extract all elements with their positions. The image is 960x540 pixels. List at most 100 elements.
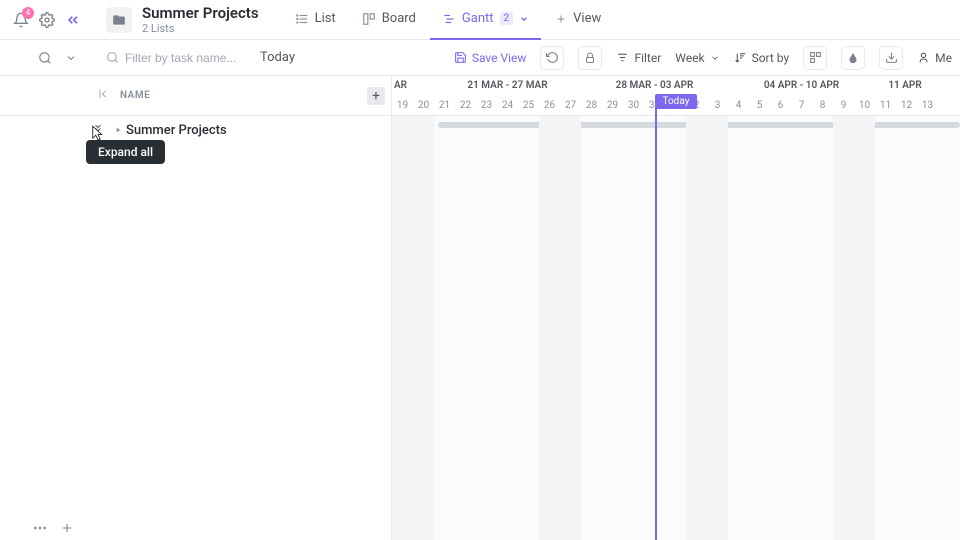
plus-icon[interactable] [60, 521, 74, 535]
tab-gantt-count: 2 [500, 12, 514, 25]
tab-gantt[interactable]: Gantt 2 [430, 0, 541, 40]
today-label: Today [655, 94, 698, 109]
tab-board[interactable]: Board [350, 0, 428, 40]
day-cell: 19 [392, 100, 413, 111]
right-tools: Save View Filter Week Sort by [454, 46, 952, 70]
today-button[interactable]: Today [260, 50, 295, 65]
save-view-button[interactable]: Save View [454, 51, 527, 65]
export-button[interactable] [879, 46, 903, 70]
weekend-stripe [707, 116, 728, 540]
me-label: Me [935, 51, 952, 65]
tree-row[interactable]: Summer Projects Expand all [0, 116, 391, 144]
lock-button[interactable] [578, 46, 602, 70]
settings-button[interactable] [38, 11, 56, 29]
user-icon [917, 51, 930, 64]
history-button[interactable] [540, 46, 564, 70]
day-cell: 8 [812, 100, 833, 111]
filter-label: Filter [634, 51, 661, 65]
more-icon[interactable] [32, 520, 48, 536]
group-icon [809, 51, 822, 64]
day-cell: 27 [560, 100, 581, 111]
sort-button[interactable]: Sort by [734, 51, 790, 65]
search-options[interactable] [62, 49, 80, 67]
collapse-panel-icon[interactable] [98, 88, 110, 100]
day-cell: 4 [728, 100, 749, 111]
title-block: Summer Projects 2 Lists [142, 4, 259, 35]
board-icon [362, 12, 376, 26]
search-input[interactable] [125, 51, 235, 65]
day-cell: 11 [875, 100, 896, 111]
folder-icon [112, 13, 126, 27]
drop-icon [847, 52, 859, 64]
expand-all-tooltip: Expand all [86, 140, 165, 164]
download-icon [885, 51, 898, 64]
top-header: 4 Summer Projects 2 Lists List Board Gan… [0, 0, 960, 40]
day-cell: 30 [623, 100, 644, 111]
expand-all-button[interactable] [92, 122, 104, 134]
list-icon [295, 12, 309, 26]
day-cell: 24 [497, 100, 518, 111]
sort-label: Sort by [752, 51, 790, 65]
filter-icon [616, 51, 629, 64]
search-icon [38, 51, 52, 65]
panel-header: NAME + [0, 76, 391, 116]
weekend-stripe [413, 116, 434, 540]
gantt-area[interactable]: AR 21 MAR - 27 MAR28 MAR - 03 APR04 APR … [392, 76, 960, 540]
notification-badge: 4 [22, 7, 34, 19]
folder-chip[interactable] [106, 7, 132, 33]
toolbar: Today Save View Filter Week Sort by [0, 40, 960, 76]
day-cell: 20 [413, 100, 434, 111]
add-view-button[interactable]: View [543, 0, 613, 40]
tab-list-label: List [315, 11, 336, 26]
add-view-label: View [573, 11, 601, 26]
save-icon [454, 51, 467, 64]
gear-icon [39, 12, 55, 28]
day-cell: 29 [602, 100, 623, 111]
tab-list[interactable]: List [283, 0, 348, 40]
day-cell: 5 [749, 100, 770, 111]
week-prefix: AR [392, 80, 434, 91]
week-row: AR 21 MAR - 27 MAR28 MAR - 03 APR04 APR … [392, 76, 960, 96]
collapse-sidebar-button[interactable] [64, 11, 82, 29]
week-cell: 28 MAR - 03 APR [581, 80, 728, 91]
history-icon [546, 51, 559, 64]
day-cell: 3 [707, 100, 728, 111]
left-icons-group: 4 [8, 11, 86, 29]
plus-icon [555, 13, 567, 25]
week-dropdown[interactable]: Week [675, 51, 719, 65]
notifications-button[interactable]: 4 [12, 11, 30, 29]
weekend-stripe [539, 116, 560, 540]
weekend-stripe [686, 116, 707, 540]
chevron-down-icon [519, 14, 529, 24]
day-cell: 9 [833, 100, 854, 111]
name-column-header: NAME [120, 90, 150, 101]
add-task-button[interactable]: + [367, 87, 385, 105]
weekend-stripe [854, 116, 875, 540]
week-cell: 11 APR [875, 80, 935, 91]
week-cell: 04 APR - 10 APR [728, 80, 875, 91]
content: NAME + Summer Projects Expand all AR 21 … [0, 76, 960, 540]
day-cell: 12 [896, 100, 917, 111]
tab-board-label: Board [382, 11, 416, 26]
day-cell: 21 [434, 100, 455, 111]
day-cell: 28 [581, 100, 602, 111]
today-marker [655, 96, 657, 540]
tab-gantt-label: Gantt [462, 11, 494, 26]
chevron-down-icon [65, 52, 77, 64]
caret-right-icon[interactable] [114, 126, 122, 134]
view-tabs: List Board Gantt 2 View [283, 0, 614, 39]
search-toggle[interactable] [36, 49, 54, 67]
lock-icon [584, 52, 596, 64]
day-cell: 23 [476, 100, 497, 111]
me-button[interactable]: Me [917, 51, 952, 65]
group-button[interactable] [803, 46, 827, 70]
weekend-stripe [392, 116, 413, 540]
sort-icon [734, 51, 747, 64]
left-panel: NAME + Summer Projects Expand all [0, 76, 392, 540]
left-tools [8, 49, 80, 67]
day-cell: 26 [539, 100, 560, 111]
week-cell: 21 MAR - 27 MAR [434, 80, 581, 91]
filter-button[interactable]: Filter [616, 51, 661, 65]
search-icon [106, 51, 119, 64]
color-button[interactable] [841, 46, 865, 70]
